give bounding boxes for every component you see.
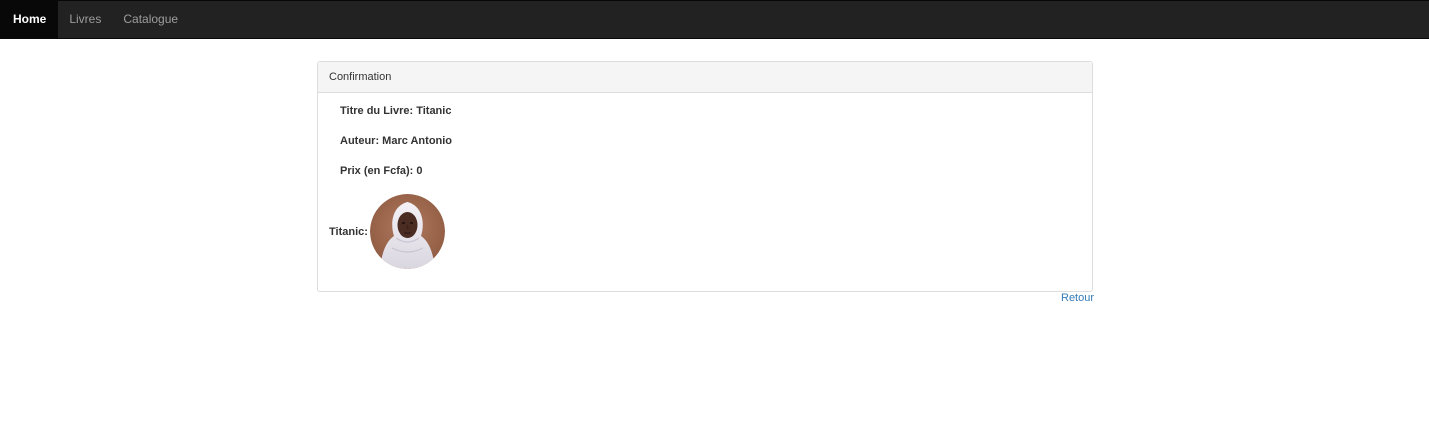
- book-image-label: Titanic:: [329, 225, 368, 238]
- confirmation-panel: Confirmation Titre du Livre: Titanic Aut…: [317, 61, 1093, 292]
- nav-list: Home Livres Catalogue: [0, 1, 1429, 38]
- book-cover-image: [369, 194, 445, 269]
- top-navbar: Home Livres Catalogue: [0, 0, 1429, 39]
- nav-item-livres[interactable]: Livres: [58, 1, 112, 38]
- book-price-field: Prix (en Fcfa): 0: [340, 165, 423, 177]
- panel-heading: Confirmation: [318, 62, 1092, 93]
- book-author-field: Auteur: Marc Antonio: [340, 135, 453, 147]
- nav-item-catalogue[interactable]: Catalogue: [112, 1, 189, 38]
- nav-item-home[interactable]: Home: [0, 1, 59, 38]
- book-title-field: Titre du Livre: Titanic: [340, 105, 452, 117]
- back-link[interactable]: Retour: [1061, 292, 1094, 304]
- book-image-row: Titanic:: [329, 194, 445, 269]
